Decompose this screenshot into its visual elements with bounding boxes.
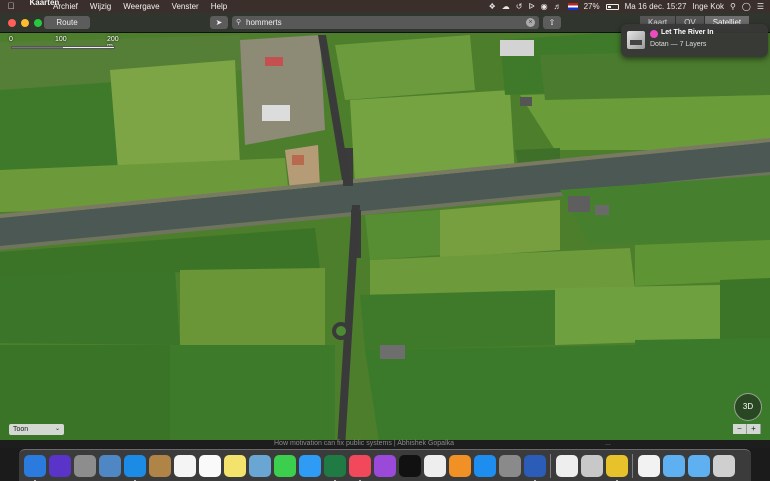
dock-reminders-icon[interactable] bbox=[198, 454, 221, 477]
search-value: hommerts bbox=[246, 18, 282, 27]
music-app-badge-icon bbox=[650, 30, 658, 38]
dock-chrome-icon[interactable] bbox=[605, 454, 628, 481]
dock-excel-icon[interactable] bbox=[323, 454, 346, 481]
dock-folder-1-icon[interactable] bbox=[662, 454, 685, 477]
dock-word-icon[interactable] bbox=[523, 454, 546, 481]
dock-folder-2-icon[interactable] bbox=[687, 454, 710, 477]
dropbox-icon[interactable]: ❖ bbox=[489, 2, 496, 11]
user-name[interactable]: Inge Kok bbox=[692, 2, 724, 11]
map-mode-select[interactable]: Toon ⌄ bbox=[9, 424, 64, 435]
fullscreen-window-button[interactable] bbox=[34, 18, 42, 27]
scale-label-0: 0 bbox=[9, 36, 13, 43]
satellite-map[interactable] bbox=[0, 0, 770, 448]
background-window: How motivation can fix public systems | … bbox=[0, 440, 770, 448]
map-imagery bbox=[0, 0, 770, 448]
current-location-button[interactable]: ➤ bbox=[210, 16, 228, 29]
dock-safari-icon[interactable] bbox=[123, 454, 146, 481]
zoom-out-button[interactable]: − bbox=[733, 424, 747, 434]
dock-apple-tv-icon[interactable] bbox=[398, 454, 421, 477]
dock-trash-icon[interactable] bbox=[712, 454, 735, 477]
share-icon: ⇧ bbox=[548, 18, 556, 27]
background-window-title: How motivation can fix public systems | … bbox=[274, 440, 455, 447]
chevron-down-icon: ⌄ bbox=[54, 426, 60, 432]
minimize-window-button[interactable] bbox=[21, 18, 29, 27]
dock-podcasts-icon[interactable] bbox=[373, 454, 396, 477]
close-window-button[interactable] bbox=[8, 18, 16, 27]
dock-siri-icon[interactable] bbox=[48, 454, 71, 477]
menu-bar:  Kaarten Archief Wijzig Weergave Venste… bbox=[0, 0, 770, 13]
bluetooth-icon[interactable]: ᐉ bbox=[528, 2, 534, 11]
battery-percentage: 27% bbox=[583, 2, 600, 11]
wifi-icon[interactable]: ◉ bbox=[541, 2, 548, 11]
siri-icon[interactable]: ◯ bbox=[742, 2, 751, 11]
menu-venster[interactable]: Venster bbox=[166, 0, 205, 13]
menu-weergave[interactable]: Weergave bbox=[117, 0, 165, 13]
spotlight-icon[interactable]: ⚲ bbox=[730, 2, 736, 11]
dock-messages-icon[interactable] bbox=[298, 454, 321, 477]
dock-document-icon[interactable] bbox=[637, 454, 660, 477]
battery-icon[interactable] bbox=[605, 3, 619, 10]
map-scale: 0 100 200 m bbox=[7, 36, 119, 54]
dock-separator bbox=[550, 453, 551, 478]
dock-notes-brown-icon[interactable] bbox=[148, 454, 171, 477]
album-art bbox=[627, 31, 645, 49]
zoom-in-button[interactable]: + bbox=[747, 424, 761, 434]
time-machine-icon[interactable]: ↺ bbox=[516, 2, 523, 11]
screen:  Kaarten Archief Wijzig Weergave Venste… bbox=[0, 0, 770, 481]
cloud-icon[interactable]: ☁ bbox=[502, 2, 510, 11]
menu-help[interactable]: Help bbox=[205, 0, 233, 13]
dock-photos-icon[interactable] bbox=[423, 454, 446, 477]
background-window-extra: ... bbox=[605, 440, 611, 447]
dock-music-icon[interactable] bbox=[348, 454, 371, 481]
dock-preview-photos-icon[interactable] bbox=[248, 454, 271, 477]
search-field[interactable]: ⚲ hommerts × bbox=[232, 16, 539, 29]
datetime[interactable]: Ma 16 dec. 15:27 bbox=[625, 2, 687, 11]
scale-bar bbox=[11, 46, 115, 49]
search-icon: ⚲ bbox=[236, 19, 242, 26]
dock-separator bbox=[632, 453, 633, 478]
dock-finder-icon[interactable] bbox=[23, 454, 46, 481]
volume-icon[interactable]: ♬ bbox=[554, 2, 562, 11]
notification-title: Let The River In bbox=[661, 29, 714, 36]
route-button[interactable]: Route bbox=[44, 16, 90, 29]
control-center-icon[interactable]: ☰ bbox=[757, 2, 764, 11]
dock-textedit-icon[interactable] bbox=[555, 454, 578, 477]
apple-menu-icon[interactable]:  bbox=[0, 0, 22, 13]
clear-search-icon[interactable]: × bbox=[526, 18, 535, 27]
dock-launchpad-icon[interactable] bbox=[73, 454, 96, 477]
dock-books-icon[interactable] bbox=[448, 454, 471, 477]
dock-app-store-icon[interactable] bbox=[473, 454, 496, 477]
dock bbox=[19, 449, 751, 481]
dock-calendar-icon[interactable] bbox=[173, 454, 196, 477]
dock-image-capture-icon[interactable] bbox=[580, 454, 603, 477]
3d-compass-button[interactable]: 3D bbox=[734, 393, 762, 421]
input-source-flag-icon[interactable] bbox=[567, 3, 578, 10]
share-button[interactable]: ⇧ bbox=[543, 16, 561, 29]
location-arrow-icon: ➤ bbox=[215, 18, 223, 27]
dock-preview-icon[interactable] bbox=[98, 454, 121, 477]
dock-facetime-icon[interactable] bbox=[273, 454, 296, 477]
dock-stickies-icon[interactable] bbox=[223, 454, 246, 477]
notification-subtitle: Dotan — 7 Layers bbox=[650, 41, 707, 48]
map-mode-value: Toon bbox=[13, 426, 29, 433]
zoom-control: − + bbox=[733, 424, 761, 434]
scale-label-100: 100 bbox=[55, 36, 67, 43]
now-playing-notification[interactable]: Let The River In Dotan — 7 Layers bbox=[621, 24, 768, 57]
menu-wijzig[interactable]: Wijzig bbox=[84, 0, 117, 13]
status-area: ❖ ☁ ↺ ᐉ ◉ ♬ 27% Ma 16 dec. 15:27 Inge Ko… bbox=[489, 2, 770, 11]
dock-system-preferences-icon[interactable] bbox=[498, 454, 521, 477]
